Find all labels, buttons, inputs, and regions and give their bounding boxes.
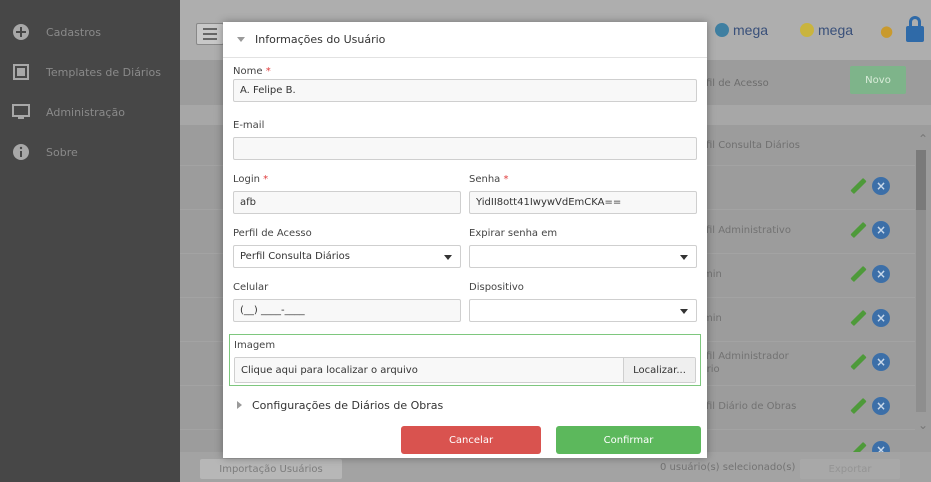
info-icon bbox=[10, 141, 32, 163]
import-users-button[interactable]: Importação Usuários bbox=[200, 459, 342, 479]
perfil-field-group: Perfil de Acesso Perfil Consulta Diários bbox=[233, 226, 461, 268]
dispositivo-select[interactable] bbox=[469, 299, 697, 322]
edit-icon[interactable] bbox=[848, 176, 868, 196]
sidebar-item-label: Administração bbox=[46, 105, 125, 119]
nome-input[interactable]: A. Felipe B. bbox=[233, 79, 697, 102]
scroll-down-icon[interactable]: ⌄ bbox=[918, 418, 928, 432]
expirar-field-group: Expirar senha em bbox=[469, 226, 697, 268]
menu-toggle-icon[interactable] bbox=[196, 23, 224, 45]
file-path-input[interactable]: Clique aqui para localizar o arquivo bbox=[235, 358, 623, 382]
caret-down-icon bbox=[444, 255, 452, 260]
login-label: Login bbox=[233, 174, 260, 185]
sidebar-item-label: Cadastros bbox=[46, 25, 101, 39]
sidebar-item-label: Sobre bbox=[46, 145, 78, 159]
file-picker[interactable]: Clique aqui para localizar o arquivo Loc… bbox=[234, 357, 696, 383]
user-modal: Informações do Usuário Nome * A. Felipe … bbox=[223, 22, 707, 458]
senha-input[interactable]: YidII8ott41IwywVdEmCKA== bbox=[469, 191, 697, 214]
sidebar-item-label: Templates de Diários bbox=[46, 65, 161, 79]
required-mark: * bbox=[265, 66, 271, 77]
section-header-diarios[interactable]: Configurações de Diários de Obras bbox=[223, 390, 707, 420]
cancel-button[interactable]: Cancelar bbox=[401, 426, 541, 454]
scroll-up-icon[interactable]: ⌃ bbox=[918, 132, 928, 146]
localizar-button[interactable]: Localizar... bbox=[623, 358, 695, 382]
delete-icon[interactable]: × bbox=[872, 441, 890, 452]
edit-icon[interactable] bbox=[848, 352, 868, 372]
celular-input[interactable]: (__) ____-____ bbox=[233, 299, 461, 322]
plus-circle-icon bbox=[10, 21, 32, 43]
delete-icon[interactable]: × bbox=[872, 221, 890, 239]
sidebar: Cadastros Templates de Diários Administr… bbox=[0, 0, 180, 482]
email-label: E-mail bbox=[233, 120, 265, 131]
email-input[interactable] bbox=[233, 137, 697, 160]
delete-icon[interactable]: × bbox=[872, 353, 890, 371]
collapse-arrow-icon bbox=[237, 37, 245, 42]
required-mark: * bbox=[503, 174, 509, 185]
required-mark: * bbox=[263, 174, 269, 185]
email-field-group: E-mail bbox=[233, 118, 697, 160]
expirar-label: Expirar senha em bbox=[469, 228, 558, 239]
delete-icon[interactable]: × bbox=[872, 265, 890, 283]
delete-icon[interactable]: × bbox=[872, 177, 890, 195]
dispositivo-label: Dispositivo bbox=[469, 282, 524, 293]
template-icon bbox=[10, 61, 32, 83]
new-user-button[interactable]: Novo bbox=[850, 66, 906, 94]
export-button[interactable]: Exportar bbox=[800, 459, 900, 479]
lock-icon[interactable] bbox=[906, 16, 924, 42]
imagem-field-group: Imagem Clique aqui para localizar o arqu… bbox=[229, 334, 701, 386]
sidebar-item-templates[interactable]: Templates de Diários bbox=[0, 52, 180, 92]
section2-title: Configurações de Diários de Obras bbox=[252, 398, 444, 412]
edit-icon[interactable] bbox=[848, 220, 868, 240]
celular-label: Celular bbox=[233, 282, 269, 293]
login-field-group: Login * afb bbox=[233, 172, 461, 214]
caret-down-icon bbox=[680, 255, 688, 260]
brand-logo-1: mega bbox=[715, 22, 768, 38]
edit-icon[interactable] bbox=[848, 308, 868, 328]
login-input[interactable]: afb bbox=[233, 191, 461, 214]
nome-label: Nome bbox=[233, 66, 263, 77]
nome-field-group: Nome * A. Felipe B. bbox=[233, 64, 697, 102]
senha-label: Senha bbox=[469, 174, 501, 185]
caret-down-icon bbox=[680, 309, 688, 314]
celular-field-group: Celular (__) ____-____ bbox=[233, 280, 461, 322]
dispositivo-field-group: Dispositivo bbox=[469, 280, 697, 322]
sidebar-item-administracao[interactable]: Administração bbox=[0, 92, 180, 132]
edit-icon[interactable] bbox=[848, 440, 868, 452]
scrollbar-thumb[interactable] bbox=[916, 150, 926, 210]
edit-icon[interactable] bbox=[848, 264, 868, 284]
perfil-label: Perfil de Acesso bbox=[233, 228, 312, 239]
perfil-select[interactable]: Perfil Consulta Diários bbox=[233, 245, 461, 268]
edit-icon[interactable] bbox=[848, 396, 868, 416]
monitor-icon bbox=[10, 101, 32, 123]
delete-icon[interactable]: × bbox=[872, 309, 890, 327]
expirar-select[interactable] bbox=[469, 245, 697, 268]
delete-icon[interactable]: × bbox=[872, 397, 890, 415]
brand-logo-2: mega bbox=[800, 22, 853, 38]
selected-count: 0 usuário(s) selecionado(s) bbox=[660, 462, 796, 473]
perfil-select-value: Perfil Consulta Diários bbox=[240, 251, 351, 262]
sidebar-item-cadastros[interactable]: Cadastros bbox=[0, 12, 180, 52]
expand-arrow-icon bbox=[237, 401, 242, 409]
imagem-label: Imagem bbox=[234, 340, 276, 351]
section-title: Informações do Usuário bbox=[255, 33, 386, 46]
section-header-user-info[interactable]: Informações do Usuário bbox=[223, 22, 707, 58]
sidebar-item-sobre[interactable]: Sobre bbox=[0, 132, 180, 172]
confirm-button[interactable]: Confirmar bbox=[556, 426, 701, 454]
user-icon[interactable]: ● bbox=[880, 22, 893, 40]
senha-field-group: Senha * YidII8ott41IwywVdEmCKA== bbox=[469, 172, 697, 214]
